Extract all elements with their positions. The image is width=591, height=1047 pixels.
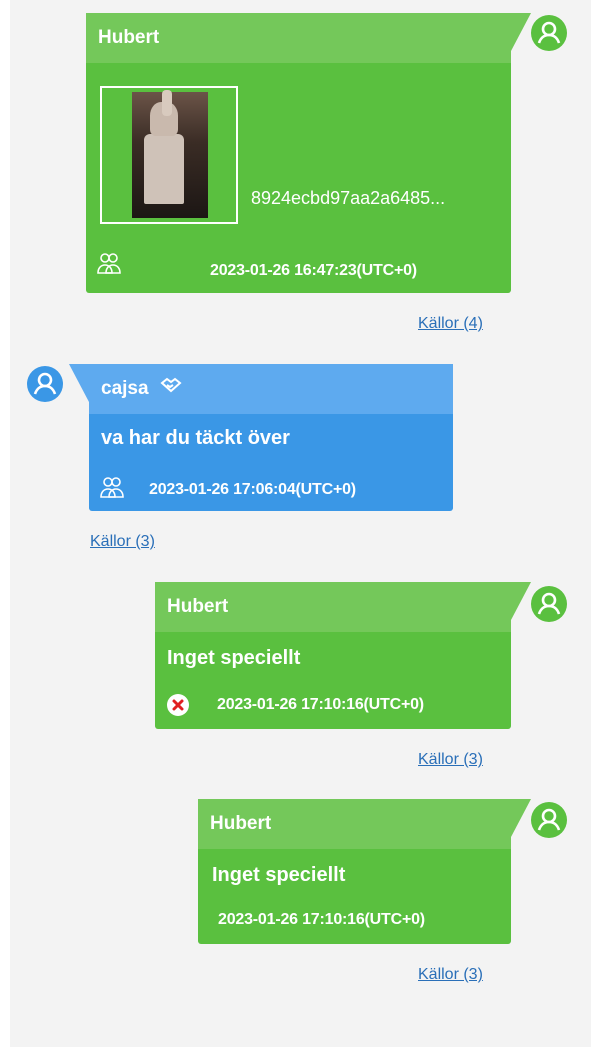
sender-name: cajsa [101, 378, 149, 400]
attachment-filename[interactable]: 8924ecbd97aa2a6485... [251, 188, 445, 209]
sender-name: Hubert [210, 813, 272, 834]
message-text: Inget speciellt [167, 647, 301, 669]
message-header: Hubert [198, 799, 531, 849]
message-bubble-outgoing[interactable]: Hubert Inget speciellt 2023-01-26 17:10:… [198, 799, 531, 944]
message-timestamp: 2023-01-26 17:10:16(UTC+0) [217, 696, 424, 713]
sources-link[interactable]: Källor (3) [90, 533, 155, 551]
error-icon [165, 692, 191, 723]
handshake-icon [160, 364, 182, 414]
bubble-tail [511, 582, 531, 620]
left-edge [0, 0, 10, 1047]
avatar-icon[interactable] [531, 15, 567, 51]
message-bubble-incoming[interactable]: cajsa va har du täckt över 2023-01-26 17… [69, 364, 453, 511]
message-text: Inget speciellt [212, 864, 346, 886]
message-timestamp: 2023-01-26 16:47:23(UTC+0) [210, 262, 417, 279]
sender-name: Hubert [98, 27, 160, 48]
message-text: va har du täckt över [101, 427, 290, 449]
message-bubble-outgoing[interactable]: Hubert Inget speciellt 2023-01-26 17:10:… [155, 582, 531, 729]
sources-link[interactable]: Källor (3) [418, 751, 483, 769]
photo-figure [144, 134, 184, 204]
group-icon [99, 474, 125, 505]
message-header: Hubert [86, 13, 531, 63]
image-thumbnail[interactable] [100, 86, 238, 224]
sources-link[interactable]: Källor (3) [418, 966, 483, 984]
message-timestamp: 2023-01-26 17:10:16(UTC+0) [218, 911, 425, 928]
bubble-tail [511, 799, 531, 837]
message-header: cajsa [69, 364, 453, 414]
sender-name: Hubert [167, 596, 229, 617]
message-header: Hubert [155, 582, 531, 632]
message-timestamp: 2023-01-26 17:06:04(UTC+0) [149, 481, 356, 498]
chat-panel[interactable]: Hubert 8924ecbd97aa2a6485... 2023-01-26 … [10, 0, 591, 1047]
photo-figure-arm [162, 90, 172, 116]
group-icon [96, 250, 122, 281]
message-bubble-outgoing[interactable]: Hubert 8924ecbd97aa2a6485... 2023-01-26 … [86, 13, 531, 293]
avatar-icon[interactable] [531, 586, 567, 622]
sources-link[interactable]: Källor (4) [418, 315, 483, 333]
avatar-icon[interactable] [27, 366, 63, 402]
bubble-tail [511, 13, 531, 51]
avatar-icon[interactable] [531, 802, 567, 838]
bubble-tail [69, 364, 89, 402]
